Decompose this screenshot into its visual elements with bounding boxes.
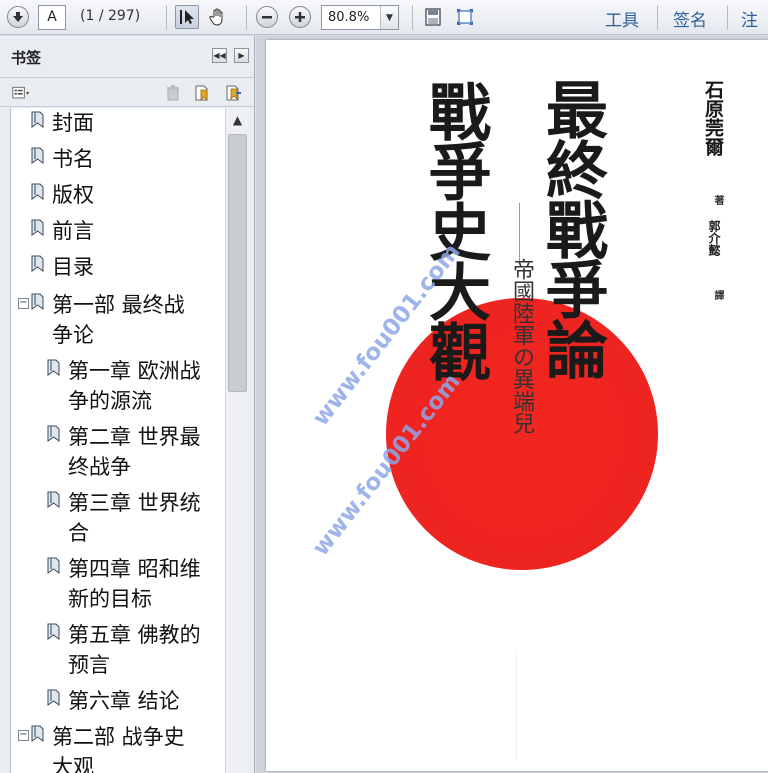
bookmark-item[interactable]: 版权 bbox=[11, 180, 225, 214]
bookmark-item[interactable]: 第二章 世界最 终战争 bbox=[11, 422, 225, 486]
toolbar-separator bbox=[657, 5, 658, 30]
bookmark-icon bbox=[47, 491, 60, 508]
bookmark-icon bbox=[31, 111, 44, 128]
bookmark-icon bbox=[47, 689, 60, 706]
toolbar-separator bbox=[246, 5, 247, 30]
subtitle-rule bbox=[519, 203, 520, 261]
sign-link[interactable]: 签名 bbox=[673, 6, 707, 31]
bookmark-label-line2: 预言 bbox=[68, 653, 110, 677]
toolbar-separator bbox=[727, 5, 728, 30]
bookmark-label: 第二部 战争史 bbox=[52, 725, 185, 749]
tools-link[interactable]: 工具 bbox=[605, 6, 639, 31]
bookmark-icon bbox=[31, 293, 44, 310]
author-role: 著 bbox=[712, 195, 723, 205]
page-number-input[interactable]: A bbox=[38, 5, 66, 30]
toolbar-separator bbox=[412, 5, 413, 30]
chevron-down-icon[interactable]: ▼ bbox=[380, 6, 398, 29]
bookmark-icon bbox=[31, 219, 44, 236]
bookmark-item[interactable]: 目录 bbox=[11, 252, 225, 286]
scroll-up-icon[interactable]: ▲ bbox=[226, 108, 249, 132]
bookmark-label: 前言 bbox=[52, 219, 94, 243]
bookmark-icon bbox=[31, 255, 44, 272]
expand-panel-icon[interactable]: ▶ bbox=[234, 48, 249, 63]
bookmark-label: 封面 bbox=[52, 111, 94, 135]
bookmark-icon bbox=[31, 725, 44, 742]
bookmark-item[interactable]: 第四章 昭和维 新的目标 bbox=[11, 554, 225, 618]
toolbar-separator bbox=[166, 5, 167, 30]
select-tool-icon[interactable] bbox=[175, 5, 199, 29]
panel-toolbar bbox=[0, 77, 254, 107]
zoom-value: 80.8% bbox=[328, 10, 370, 25]
bookmark-item[interactable]: − 第二部 战争史大观 bbox=[11, 722, 225, 773]
bookmark-item[interactable]: 书名 bbox=[11, 144, 225, 178]
zoom-select[interactable]: 80.8% ▼ bbox=[321, 5, 399, 30]
delete-icon[interactable] bbox=[164, 84, 182, 102]
bookmark-label-line2: 合 bbox=[68, 521, 89, 545]
bookmark-label-line2: 争的源流 bbox=[68, 389, 152, 413]
new-bookmark-icon[interactable] bbox=[193, 84, 211, 102]
hand-tool-icon[interactable] bbox=[206, 5, 230, 29]
bookmark-icon bbox=[47, 623, 60, 640]
bookmark-label: 第四章 昭和维 bbox=[68, 557, 201, 581]
cover-translator: 郭介懿 bbox=[707, 220, 721, 256]
bookmarks-panel: 书签 ◀◀ ▶ 封面 书名 版权 前言 目录 − 第一部 最终战 争论 第一章 欧洲战 争的源流第… bbox=[0, 36, 255, 773]
bookmark-scrollbar[interactable]: ▲ bbox=[225, 108, 249, 773]
bookmark-item[interactable]: 封面 bbox=[11, 108, 225, 142]
fit-page-icon[interactable] bbox=[421, 5, 445, 29]
bookmark-tree: 封面 书名 版权 前言 目录 − 第一部 最终战 争论 第一章 欧洲战 争的源流 第二章 世界最 终战… bbox=[10, 108, 225, 773]
pdf-page: 最終戰爭論 戰爭史大觀 帝國陸軍の異端兒 石原莞爾 著 郭介懿 譯 www.fo… bbox=[266, 40, 768, 771]
bookmark-icon bbox=[47, 425, 60, 442]
cover-title-left: 戰爭史大觀 bbox=[418, 80, 491, 380]
translator-role: 譯 bbox=[712, 290, 723, 300]
bookmark-item[interactable]: 第一章 欧洲战 争的源流 bbox=[11, 356, 225, 420]
bookmark-item[interactable]: 第五章 佛教的 预言 bbox=[11, 620, 225, 684]
bookmark-label: 第五章 佛教的 bbox=[68, 623, 201, 647]
scroll-thumb[interactable] bbox=[228, 134, 247, 392]
collapse-toggle-icon[interactable]: − bbox=[18, 730, 29, 741]
panel-header: 书签 ◀◀ ▶ bbox=[0, 36, 254, 77]
bookmark-label-line2: 大观 bbox=[52, 755, 94, 773]
bookmark-label: 第三章 世界统 bbox=[68, 491, 201, 515]
bookmark-icon bbox=[47, 359, 60, 376]
next-page-icon[interactable] bbox=[7, 6, 29, 28]
panel-title: 书签 bbox=[11, 49, 42, 67]
collapse-toggle-icon[interactable]: − bbox=[18, 298, 29, 309]
bookmark-label: 目录 bbox=[52, 255, 94, 279]
page-count: (1 / 297) bbox=[80, 8, 141, 24]
zoom-in-icon[interactable] bbox=[289, 6, 311, 28]
bookmark-item[interactable]: 第三章 世界统合 bbox=[11, 488, 225, 552]
bookmark-icon bbox=[31, 183, 44, 200]
bookmark-icon bbox=[31, 147, 44, 164]
bookmark-label-line2: 争论 bbox=[52, 323, 94, 347]
cover-title-right: 最終戰爭論 bbox=[535, 78, 608, 378]
toolbar: A (1 / 297) 80.8% ▼ 工具 签名 注释 bbox=[0, 0, 768, 56]
bookmark-label: 书名 bbox=[52, 147, 94, 171]
fit-width-icon[interactable] bbox=[453, 5, 477, 29]
bookmark-label: 第一章 欧洲战 bbox=[68, 359, 201, 383]
bookmark-icon bbox=[47, 557, 60, 574]
options-menu-icon[interactable] bbox=[12, 84, 30, 102]
bookmark-label: 第六章 结论 bbox=[68, 689, 180, 713]
bookmark-item[interactable]: 第六章 结论 bbox=[11, 686, 225, 720]
bookmark-item[interactable]: − 第一部 最终战 争论 bbox=[11, 290, 225, 354]
bookmark-label-line2: 终战争 bbox=[68, 455, 131, 479]
cover-author: 石原莞爾 bbox=[702, 80, 724, 156]
bookmark-label: 版权 bbox=[52, 183, 94, 207]
cover-subtitle: 帝國陸軍の異端兒 bbox=[509, 258, 534, 434]
collapse-panel-icon[interactable]: ◀◀ bbox=[212, 48, 227, 63]
bookmark-label: 第一部 最终战 bbox=[52, 293, 185, 317]
bookmark-item[interactable]: 前言 bbox=[11, 216, 225, 250]
bookmark-label: 第二章 世界最 bbox=[68, 425, 201, 449]
document-area: 最終戰爭論 戰爭史大觀 帝國陸軍の異端兒 石原莞爾 著 郭介懿 譯 www.fo… bbox=[256, 36, 768, 773]
page-crease bbox=[516, 650, 517, 760]
expand-bookmark-icon[interactable] bbox=[224, 84, 242, 102]
bookmark-label-line2: 新的目标 bbox=[68, 587, 152, 611]
zoom-out-icon[interactable] bbox=[256, 6, 278, 28]
